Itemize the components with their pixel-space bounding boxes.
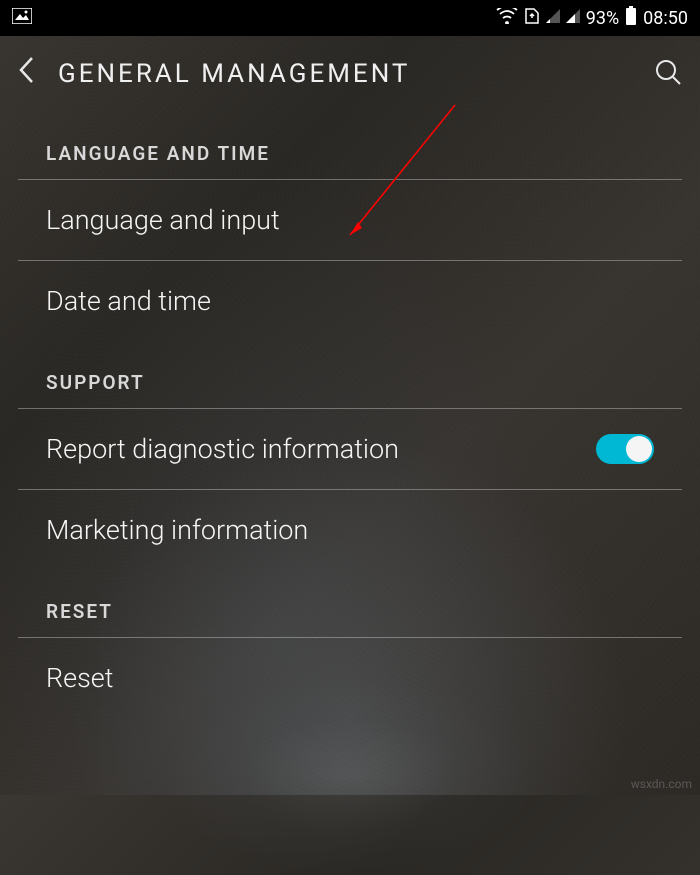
signal-icon-1: [546, 8, 560, 28]
settings-item-marketing[interactable]: Marketing information: [18, 490, 682, 570]
sd-card-icon: [524, 7, 540, 30]
clock-label: 08:50: [643, 8, 688, 29]
search-button[interactable]: [654, 58, 682, 90]
battery-icon: [625, 6, 637, 31]
diagnostic-toggle[interactable]: [596, 434, 654, 464]
back-button[interactable]: [18, 56, 34, 92]
battery-percent-label: 93%: [586, 8, 619, 29]
settings-label: Report diagnostic information: [46, 433, 399, 465]
picture-icon: [12, 8, 32, 29]
section-header-language-time: LANGUAGE AND TIME: [18, 112, 682, 180]
settings-item-reset[interactable]: Reset: [18, 638, 682, 718]
settings-label: Reset: [46, 662, 113, 694]
settings-item-language-input[interactable]: Language and input: [18, 180, 682, 261]
settings-item-diagnostic[interactable]: Report diagnostic information: [18, 409, 682, 490]
watermark: wsxdn.com: [631, 777, 692, 791]
section-header-support: SUPPORT: [18, 341, 682, 409]
signal-icon-2: [566, 8, 580, 28]
section-header-reset: RESET: [18, 570, 682, 638]
status-bar: 93% 08:50: [0, 0, 700, 36]
settings-item-date-time[interactable]: Date and time: [18, 261, 682, 341]
header-bar: GENERAL MANAGEMENT: [0, 36, 700, 112]
settings-label: Language and input: [46, 204, 280, 236]
wifi-icon: [496, 8, 518, 29]
page-title: GENERAL MANAGEMENT: [58, 59, 630, 89]
settings-label: Date and time: [46, 285, 211, 317]
settings-label: Marketing information: [46, 514, 308, 546]
